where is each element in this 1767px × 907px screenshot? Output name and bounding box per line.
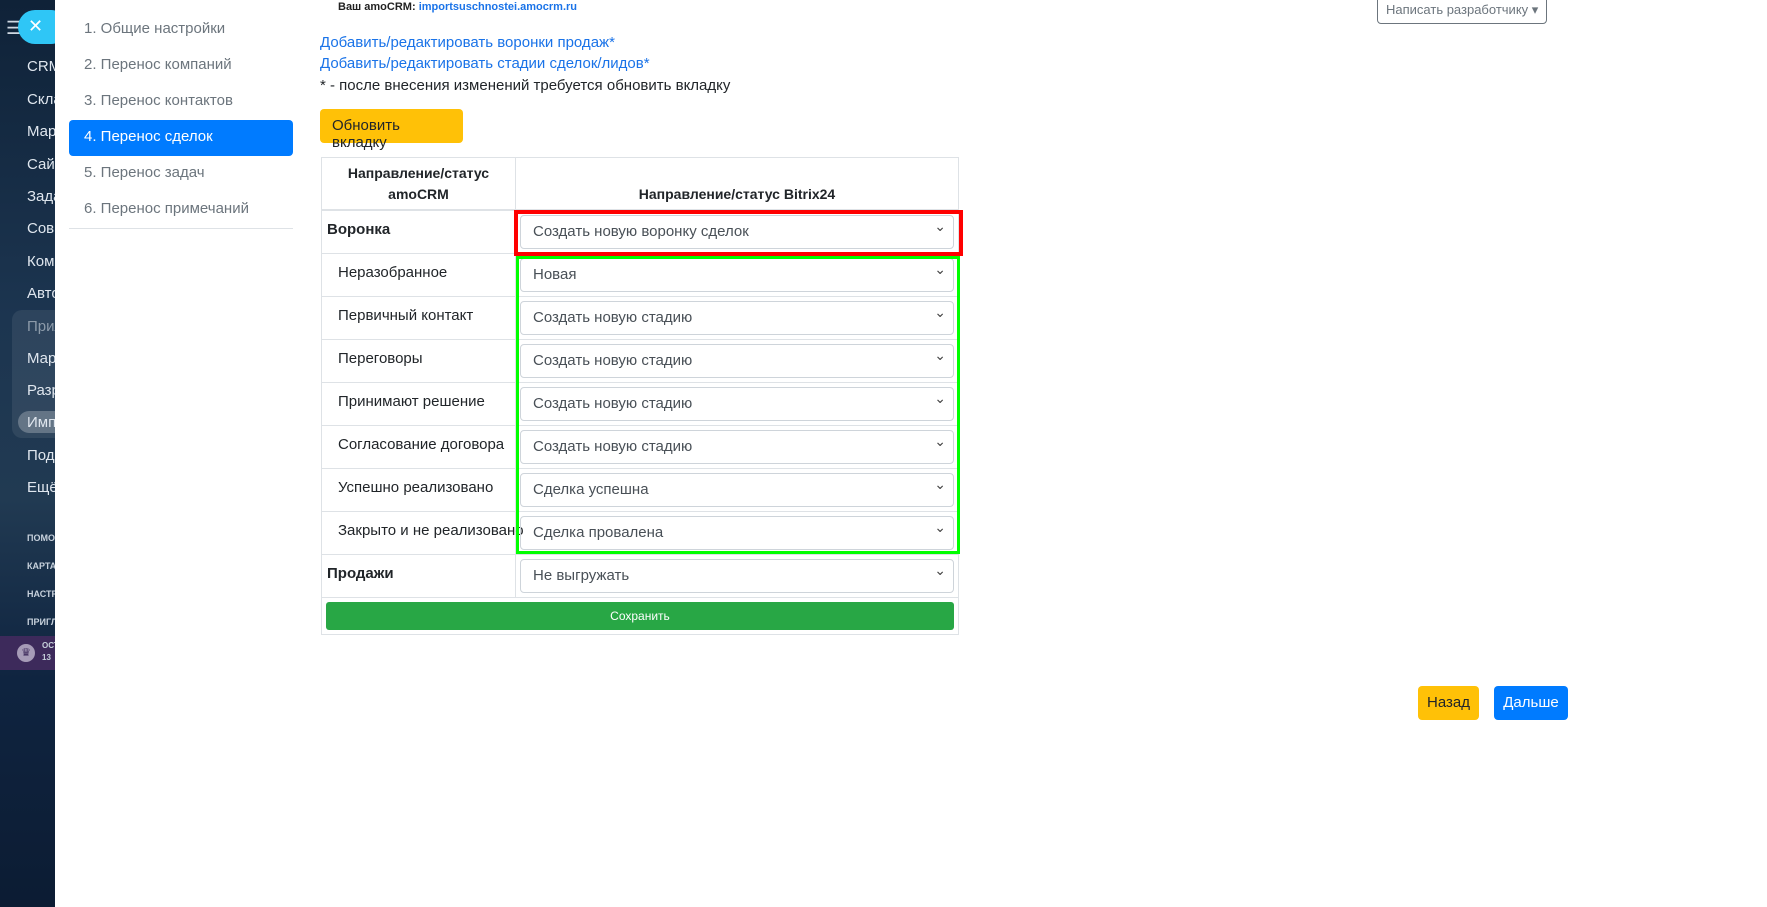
sales-select[interactable]: Не выгружать bbox=[520, 559, 954, 593]
step-3[interactable]: 3. Перенос контактов bbox=[69, 84, 293, 120]
amocrm-account: Ваш amoCRM: importsuschnostei.amocrm.ru bbox=[338, 1, 577, 13]
promo-text: ОСТ bbox=[42, 641, 55, 650]
sidebar-link[interactable]: ПОМОЩЬ bbox=[27, 533, 55, 543]
stage-label: Неразобранное bbox=[322, 254, 516, 296]
sidebar-item[interactable]: CRM bbox=[27, 58, 55, 75]
caret-down-icon: ▾ bbox=[1531, 2, 1539, 17]
stage-label: Первичный контакт bbox=[322, 297, 516, 339]
dev-label: Написать разработчику bbox=[1386, 2, 1529, 17]
sidebar-item[interactable]: Совместная bbox=[27, 220, 55, 237]
sidebar-item[interactable]: Компания bbox=[27, 253, 55, 270]
crown-icon: ♛ bbox=[17, 644, 35, 662]
sales-row: Продажи Не выгружать bbox=[322, 555, 958, 598]
sales-label: Продажи bbox=[322, 555, 516, 597]
save-button[interactable]: Сохранить bbox=[326, 602, 954, 630]
edit-stages-link[interactable]: Добавить/редактировать стадии сделок/лид… bbox=[320, 55, 650, 72]
step-1[interactable]: 1. Общие настройки bbox=[69, 12, 293, 48]
step-6[interactable]: 6. Перенос примечаний bbox=[69, 192, 293, 228]
sidebar-link[interactable]: ПРИГЛАСИТЬ bbox=[27, 617, 55, 627]
funnel-highlight-box bbox=[514, 210, 963, 256]
step-4-active[interactable]: 4. Перенос сделок bbox=[69, 120, 293, 156]
sidebar-item[interactable]: Подписка bbox=[27, 447, 55, 464]
table-header: Направление/статус amoCRM Направление/ста… bbox=[322, 158, 958, 211]
stage-label: Успешно реализовано bbox=[322, 469, 516, 511]
step-5[interactable]: 5. Перенос задач bbox=[69, 156, 293, 192]
refresh-tab-button[interactable]: Обновить вкладку bbox=[320, 109, 463, 151]
funnel-label: Воронка bbox=[322, 211, 516, 253]
refresh-note: * - после внесения изменений требуется о… bbox=[320, 77, 731, 94]
stage-label: Согласование договора bbox=[322, 426, 516, 468]
sidebar-item[interactable]: Маркетинг bbox=[27, 123, 55, 140]
contact-developer-dropdown[interactable]: Написать разработчику ▾ bbox=[1377, 0, 1548, 24]
sidebar-link[interactable]: НАСТРОЙКИ bbox=[27, 589, 55, 599]
sidebar-item[interactable]: Ещё bbox=[27, 479, 55, 496]
stage-label: Закрыто и не реализовано bbox=[322, 512, 524, 554]
promo-text: 13 bbox=[42, 653, 51, 662]
edit-funnels-link[interactable]: Добавить/редактировать воронки продаж* bbox=[320, 34, 615, 51]
sidebar-link[interactable]: КАРТА bbox=[27, 561, 55, 571]
back-button[interactable]: Назад bbox=[1418, 686, 1479, 720]
close-button[interactable]: ✕ bbox=[18, 10, 55, 44]
steps-nav: 1. Общие настройки 2. Перенос компаний 3… bbox=[69, 12, 293, 229]
sidebar-item[interactable]: Склад bbox=[27, 91, 55, 108]
sidebar-item[interactable]: Задачи bbox=[27, 188, 55, 205]
step-2[interactable]: 2. Перенос компаний bbox=[69, 48, 293, 84]
header-bitrix: Направление/статус Bitrix24 bbox=[638, 186, 836, 202]
sidebar-item[interactable]: Разработчикам bbox=[27, 382, 55, 399]
stages-highlight-box bbox=[516, 256, 960, 554]
account-domain[interactable]: importsuschnostei.amocrm.ru bbox=[419, 1, 577, 13]
header-amocrm: Направление/статус amoCRM bbox=[322, 158, 516, 209]
sidebar-item[interactable]: Приложения bbox=[27, 318, 55, 335]
stage-label: Переговоры bbox=[322, 340, 516, 382]
bitrix-sidebar: ☰ ✕ CRM Склад Маркетинг Сайты Задачи Сов… bbox=[0, 0, 55, 907]
sidebar-item[interactable]: Маркет bbox=[27, 350, 55, 367]
sidebar-item[interactable]: Импорт bbox=[27, 414, 55, 431]
stage-label: Принимают решение bbox=[322, 383, 516, 425]
next-button[interactable]: Дальше bbox=[1494, 686, 1568, 720]
sidebar-item[interactable]: Сайты bbox=[27, 156, 55, 173]
account-label: Ваш amoCRM: bbox=[338, 1, 416, 13]
sidebar-item[interactable]: Автоматизация bbox=[27, 285, 55, 302]
